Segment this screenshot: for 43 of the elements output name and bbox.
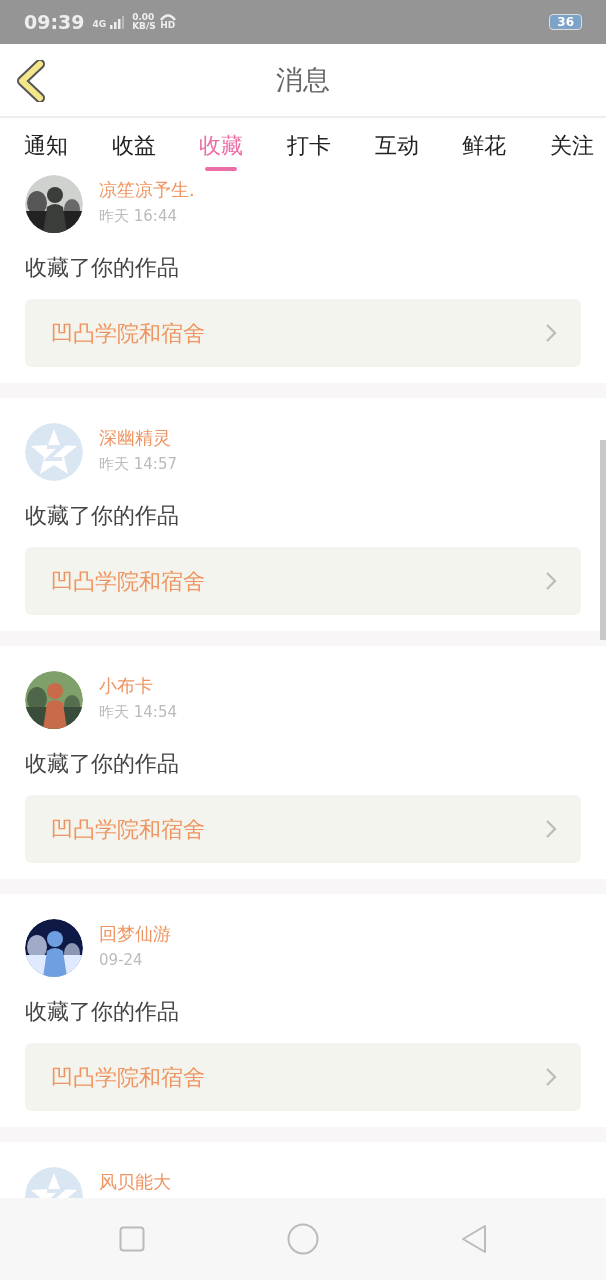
tab[interactable]: 收藏: [195, 122, 248, 168]
work-link[interactable]: 凹凸学院和宿舍: [25, 795, 581, 863]
status-time: 09:39: [24, 9, 85, 35]
back-nav-icon[interactable]: [461, 1224, 487, 1254]
tab[interactable]: 鲜花: [458, 122, 511, 168]
scrollbar[interactable]: [600, 440, 606, 640]
message-text: 收藏了你的作品: [25, 751, 180, 777]
tab[interactable]: 收益: [107, 122, 160, 168]
message-time: 昨天 16:44: [99, 206, 178, 226]
page-title: 消息: [276, 62, 330, 97]
user-name[interactable]: 小布卡: [99, 675, 177, 697]
home-icon[interactable]: [287, 1223, 319, 1255]
message-text: 收藏了你的作品: [25, 503, 180, 529]
speed-unit: KB/S: [132, 22, 156, 31]
work-link[interactable]: 凹凸学院和宿舍: [25, 547, 581, 615]
user-name[interactable]: 回梦仙游: [99, 923, 171, 945]
network-type: 4G: [92, 20, 107, 29]
chevron-right-icon: [545, 819, 557, 839]
tab[interactable]: 关注: [545, 122, 598, 168]
message-text: 收藏了你的作品: [25, 255, 180, 281]
message-text: 收藏了你的作品: [25, 999, 180, 1025]
hd-indicator: HD: [160, 21, 176, 30]
call-icon: [159, 14, 176, 21]
battery-indicator: 36: [549, 14, 582, 30]
default-avatar-icon: [25, 423, 83, 481]
chevron-right-icon: [545, 323, 557, 343]
user-name[interactable]: 风贝能大: [99, 1171, 171, 1193]
work-link[interactable]: 凹凸学院和宿舍: [25, 1043, 581, 1111]
signal-icon: [110, 15, 125, 29]
chevron-right-icon: [545, 1067, 557, 1087]
recent-apps-icon[interactable]: [119, 1226, 145, 1252]
work-link[interactable]: 凹凸学院和宿舍: [25, 299, 581, 367]
user-name[interactable]: 凉笙凉予生.: [99, 179, 195, 201]
tab[interactable]: 打卡: [282, 122, 335, 168]
back-icon[interactable]: [14, 60, 48, 102]
network-speed: 0.00: [132, 13, 156, 22]
message-time: 09-24: [99, 950, 144, 970]
message-time: 昨天 14:54: [99, 702, 177, 722]
tab[interactable]: 互动: [370, 122, 423, 168]
user-name[interactable]: 深幽精灵: [99, 427, 177, 449]
chevron-right-icon: [545, 571, 557, 591]
tab[interactable]: 通知: [20, 122, 72, 168]
message-time: 昨天 14:57: [99, 454, 177, 474]
